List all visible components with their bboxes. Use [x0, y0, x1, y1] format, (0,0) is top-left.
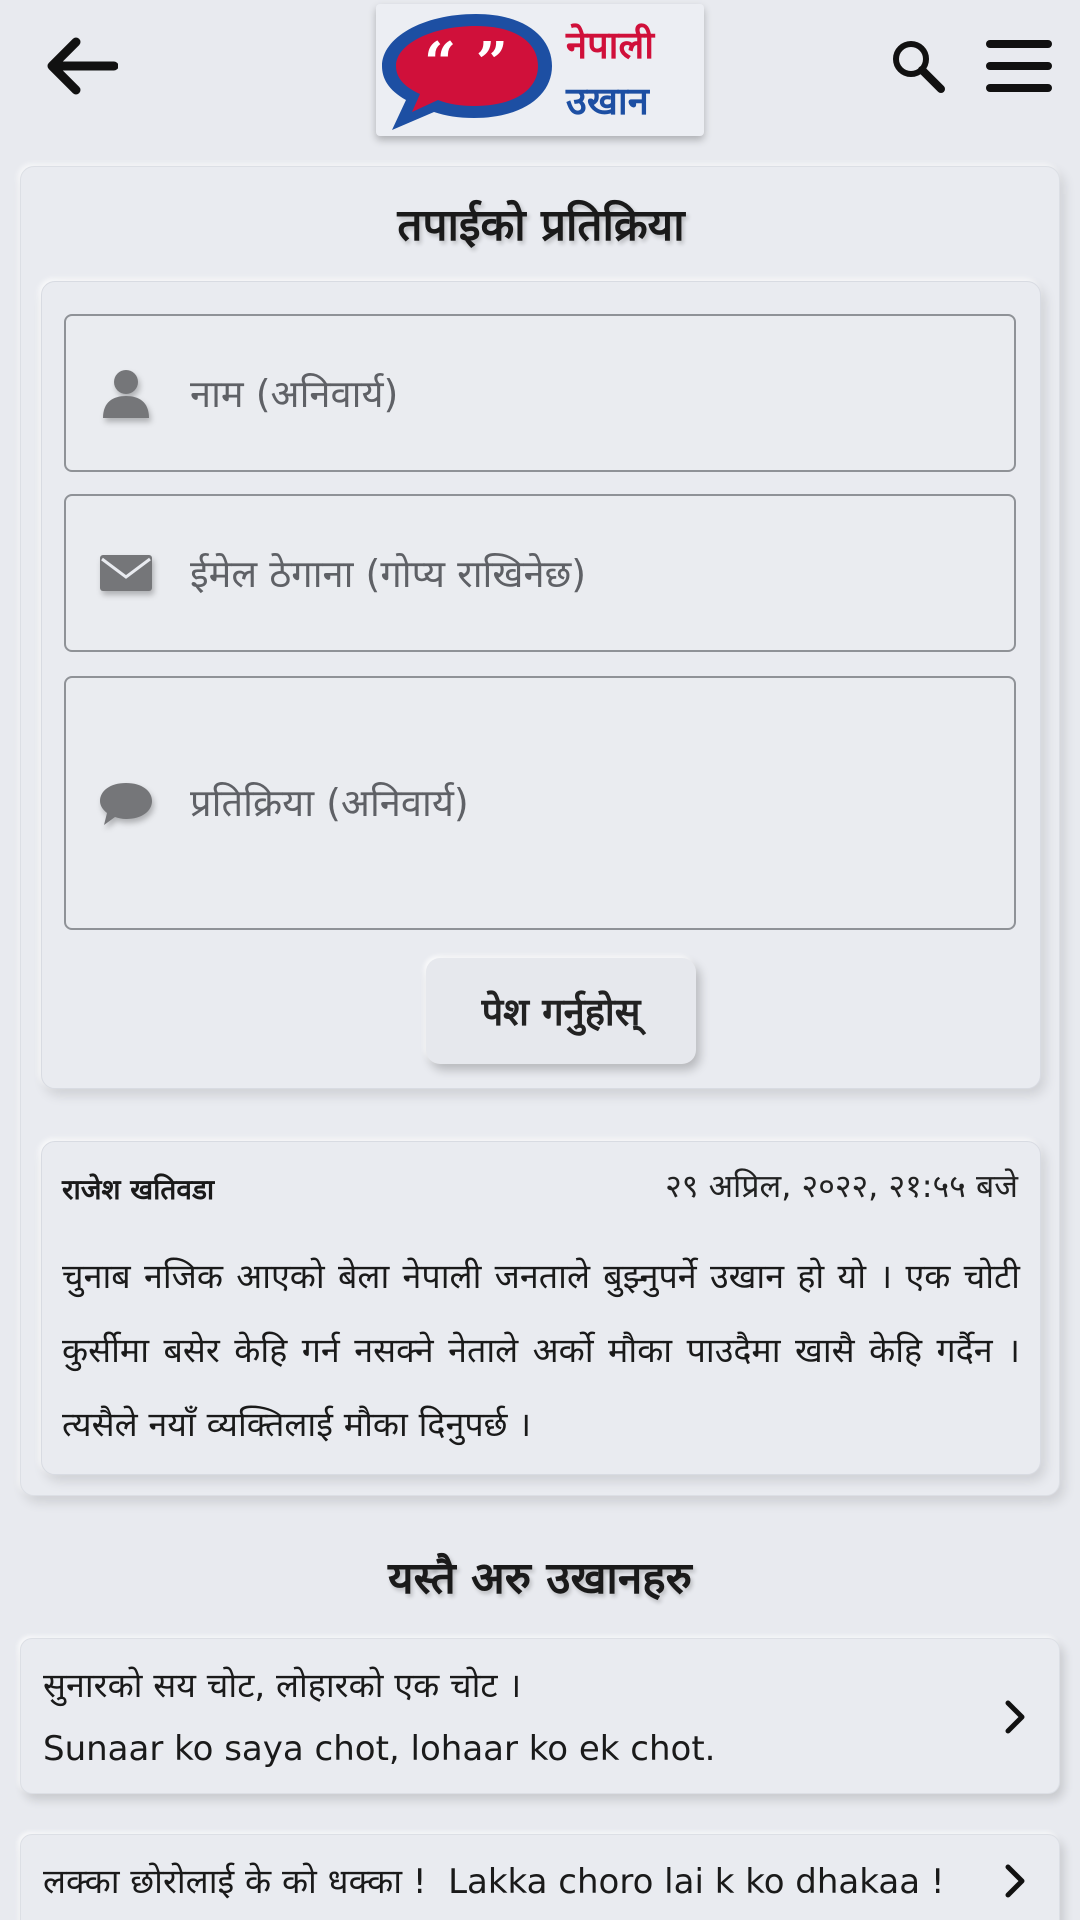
related-item-roman: Sunaar ko saya chot, lohaar ko ek chot.: [43, 1729, 716, 1769]
back-button[interactable]: [40, 28, 124, 104]
comment-field[interactable]: [64, 676, 1016, 930]
search-button[interactable]: [886, 34, 950, 98]
hamburger-menu-icon: [986, 40, 1052, 92]
comment-input[interactable]: [190, 776, 994, 836]
related-item[interactable]: सुनारको सय चोट, लोहारको एक चोट । Sunaar …: [20, 1638, 1060, 1794]
envelope-icon: [98, 545, 154, 601]
quote-mark: “ ”: [424, 30, 508, 96]
comment-author: राजेश खतिवडा: [62, 1173, 215, 1206]
related-item-nepali: सुनारको सय चोट, लोहारको एक चोट ।: [43, 1666, 522, 1706]
logo-line2: उखान: [566, 79, 649, 123]
chevron-right-icon: [997, 1861, 1033, 1901]
comment-item: राजेश खतिवडा २९ अप्रिल, २०२२, २१:५५ बजे …: [41, 1141, 1041, 1475]
submit-button[interactable]: पेश गर्नुहोस्: [426, 958, 696, 1064]
feedback-title: तपाईको प्रतिक्रिया: [397, 200, 685, 251]
menu-button[interactable]: [984, 34, 1054, 98]
arrow-left-icon: [47, 37, 118, 95]
user-icon: [98, 365, 154, 421]
related-item-nepali: लक्का छोरोलाई के को धक्का !: [43, 1862, 427, 1902]
chat-bubble-icon: [98, 775, 154, 831]
comment-date: २९ अप्रिल, २०२२, २१:५५ बजे: [665, 1167, 1018, 1205]
name-field[interactable]: [64, 314, 1016, 472]
email-input[interactable]: [190, 549, 994, 599]
email-field[interactable]: [64, 494, 1016, 652]
search-icon: [893, 41, 945, 93]
speech-bubble-logo-icon: “ ”: [382, 14, 552, 130]
comment-text: चुनाब नजिक आएको बेला नेपाली जनताले बुझ्न…: [62, 1257, 1020, 1445]
related-title: यस्तै अरु उखानहरु: [388, 1553, 692, 1604]
app-header: “ ” नेपाली उखान: [0, 0, 1080, 150]
related-item-roman: Lakka choro lai k ko dhakaa !: [448, 1862, 945, 1902]
app-logo[interactable]: “ ” नेपाली उखान: [376, 4, 704, 136]
chevron-right-icon: [997, 1697, 1033, 1737]
feedback-form: पेश गर्नुहोस्: [41, 281, 1041, 1089]
related-item[interactable]: लक्का छोरोलाई के को धक्का ! Lakka choro …: [20, 1834, 1060, 1920]
related-item-text: लक्का छोरोलाई के को धक्का ! Lakka choro …: [43, 1857, 944, 1903]
logo-line1: नेपाली: [566, 23, 655, 67]
name-input[interactable]: [190, 369, 994, 419]
feedback-card: तपाईको प्रतिक्रिया नाम (अनिवार्य) ईमेल ठ…: [20, 166, 1060, 1496]
